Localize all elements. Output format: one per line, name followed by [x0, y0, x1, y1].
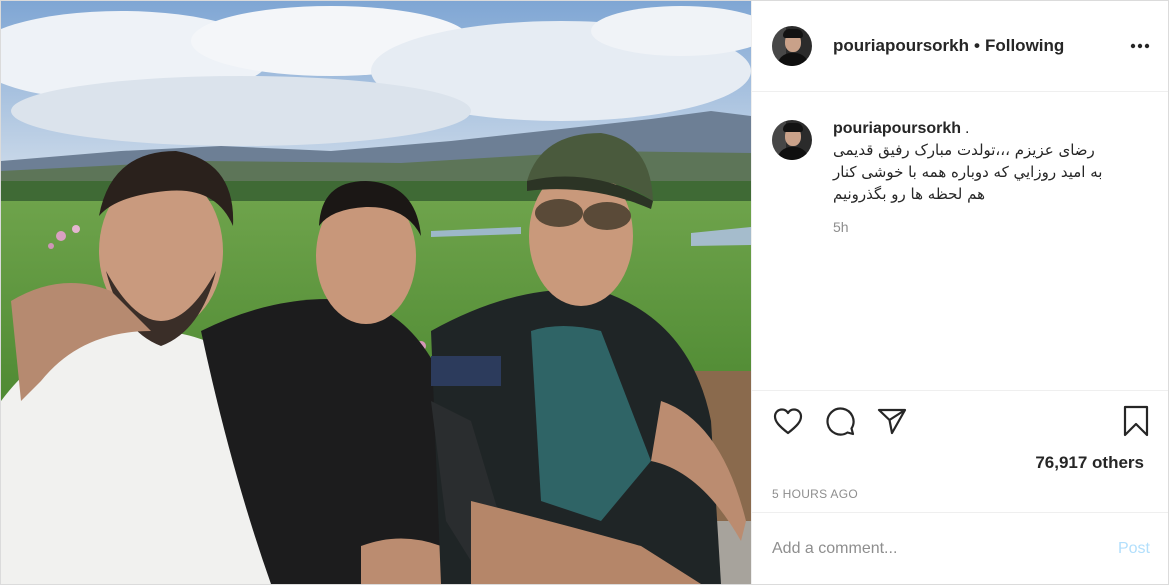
caption-username[interactable]: pouriapoursorkh	[833, 120, 961, 137]
header-separator: •	[974, 36, 980, 55]
post-side-panel: pouriapoursorkh • Following pouriapoursork…	[751, 1, 1168, 584]
header-username[interactable]: pouriapoursorkh	[833, 36, 969, 55]
caption-header: pouriapoursorkh.	[833, 120, 1152, 138]
post-header: pouriapoursorkh • Following	[752, 1, 1168, 92]
action-bar	[752, 391, 1168, 451]
header-text: pouriapoursorkh • Following	[833, 36, 1128, 56]
bookmark-icon	[1123, 405, 1149, 437]
caption-line: هم لحظه ها رو بگذرونیم	[833, 185, 986, 203]
comment-form: Post	[752, 513, 1168, 584]
avatar-hair	[783, 29, 803, 38]
comment-button[interactable]	[824, 405, 856, 437]
share-button[interactable]	[876, 405, 908, 437]
caption-section: pouriapoursorkh. رضای عزیزم ،،،تولدت مبا…	[752, 92, 1168, 391]
heart-icon	[773, 408, 803, 435]
caption-avatar[interactable]	[772, 120, 812, 160]
comment-bubble-icon	[826, 407, 855, 436]
caption-text: رضای عزیزم ،،،تولدت مبارک رفیق قدیمی به …	[833, 139, 1123, 205]
save-button[interactable]	[1120, 405, 1152, 437]
paper-plane-icon	[877, 408, 907, 435]
caption-after-username: .	[965, 120, 970, 137]
caption-line: به امید روزایي که دوباره همه با خوشی کنا…	[833, 163, 1103, 181]
avatar-hair	[783, 123, 803, 132]
photo-illustration	[1, 1, 751, 584]
post-timestamp[interactable]: 5 HOURS AGO	[752, 483, 1168, 513]
avatar-body	[777, 147, 809, 160]
caption-body: pouriapoursorkh. رضای عزیزم ،،،تولدت مبا…	[833, 120, 1152, 235]
comment-input[interactable]	[772, 539, 1118, 558]
avatar-body	[777, 53, 809, 66]
avatar[interactable]	[772, 26, 812, 66]
post-photo[interactable]	[1, 1, 751, 584]
instagram-post: pouriapoursorkh • Following pouriapoursork…	[0, 0, 1169, 585]
caption-time-ago[interactable]: 5h	[833, 219, 1152, 235]
more-options-button[interactable]	[1128, 34, 1152, 58]
like-button[interactable]	[772, 405, 804, 437]
likes-count[interactable]: 76,917 others	[752, 451, 1168, 483]
more-dots-icon	[1130, 43, 1150, 49]
caption-line: رضای عزیزم ،،،تولدت مبارک رفیق قدیمی	[833, 141, 1095, 159]
follow-status[interactable]: Following	[985, 36, 1064, 55]
post-comment-button[interactable]: Post	[1118, 540, 1150, 558]
